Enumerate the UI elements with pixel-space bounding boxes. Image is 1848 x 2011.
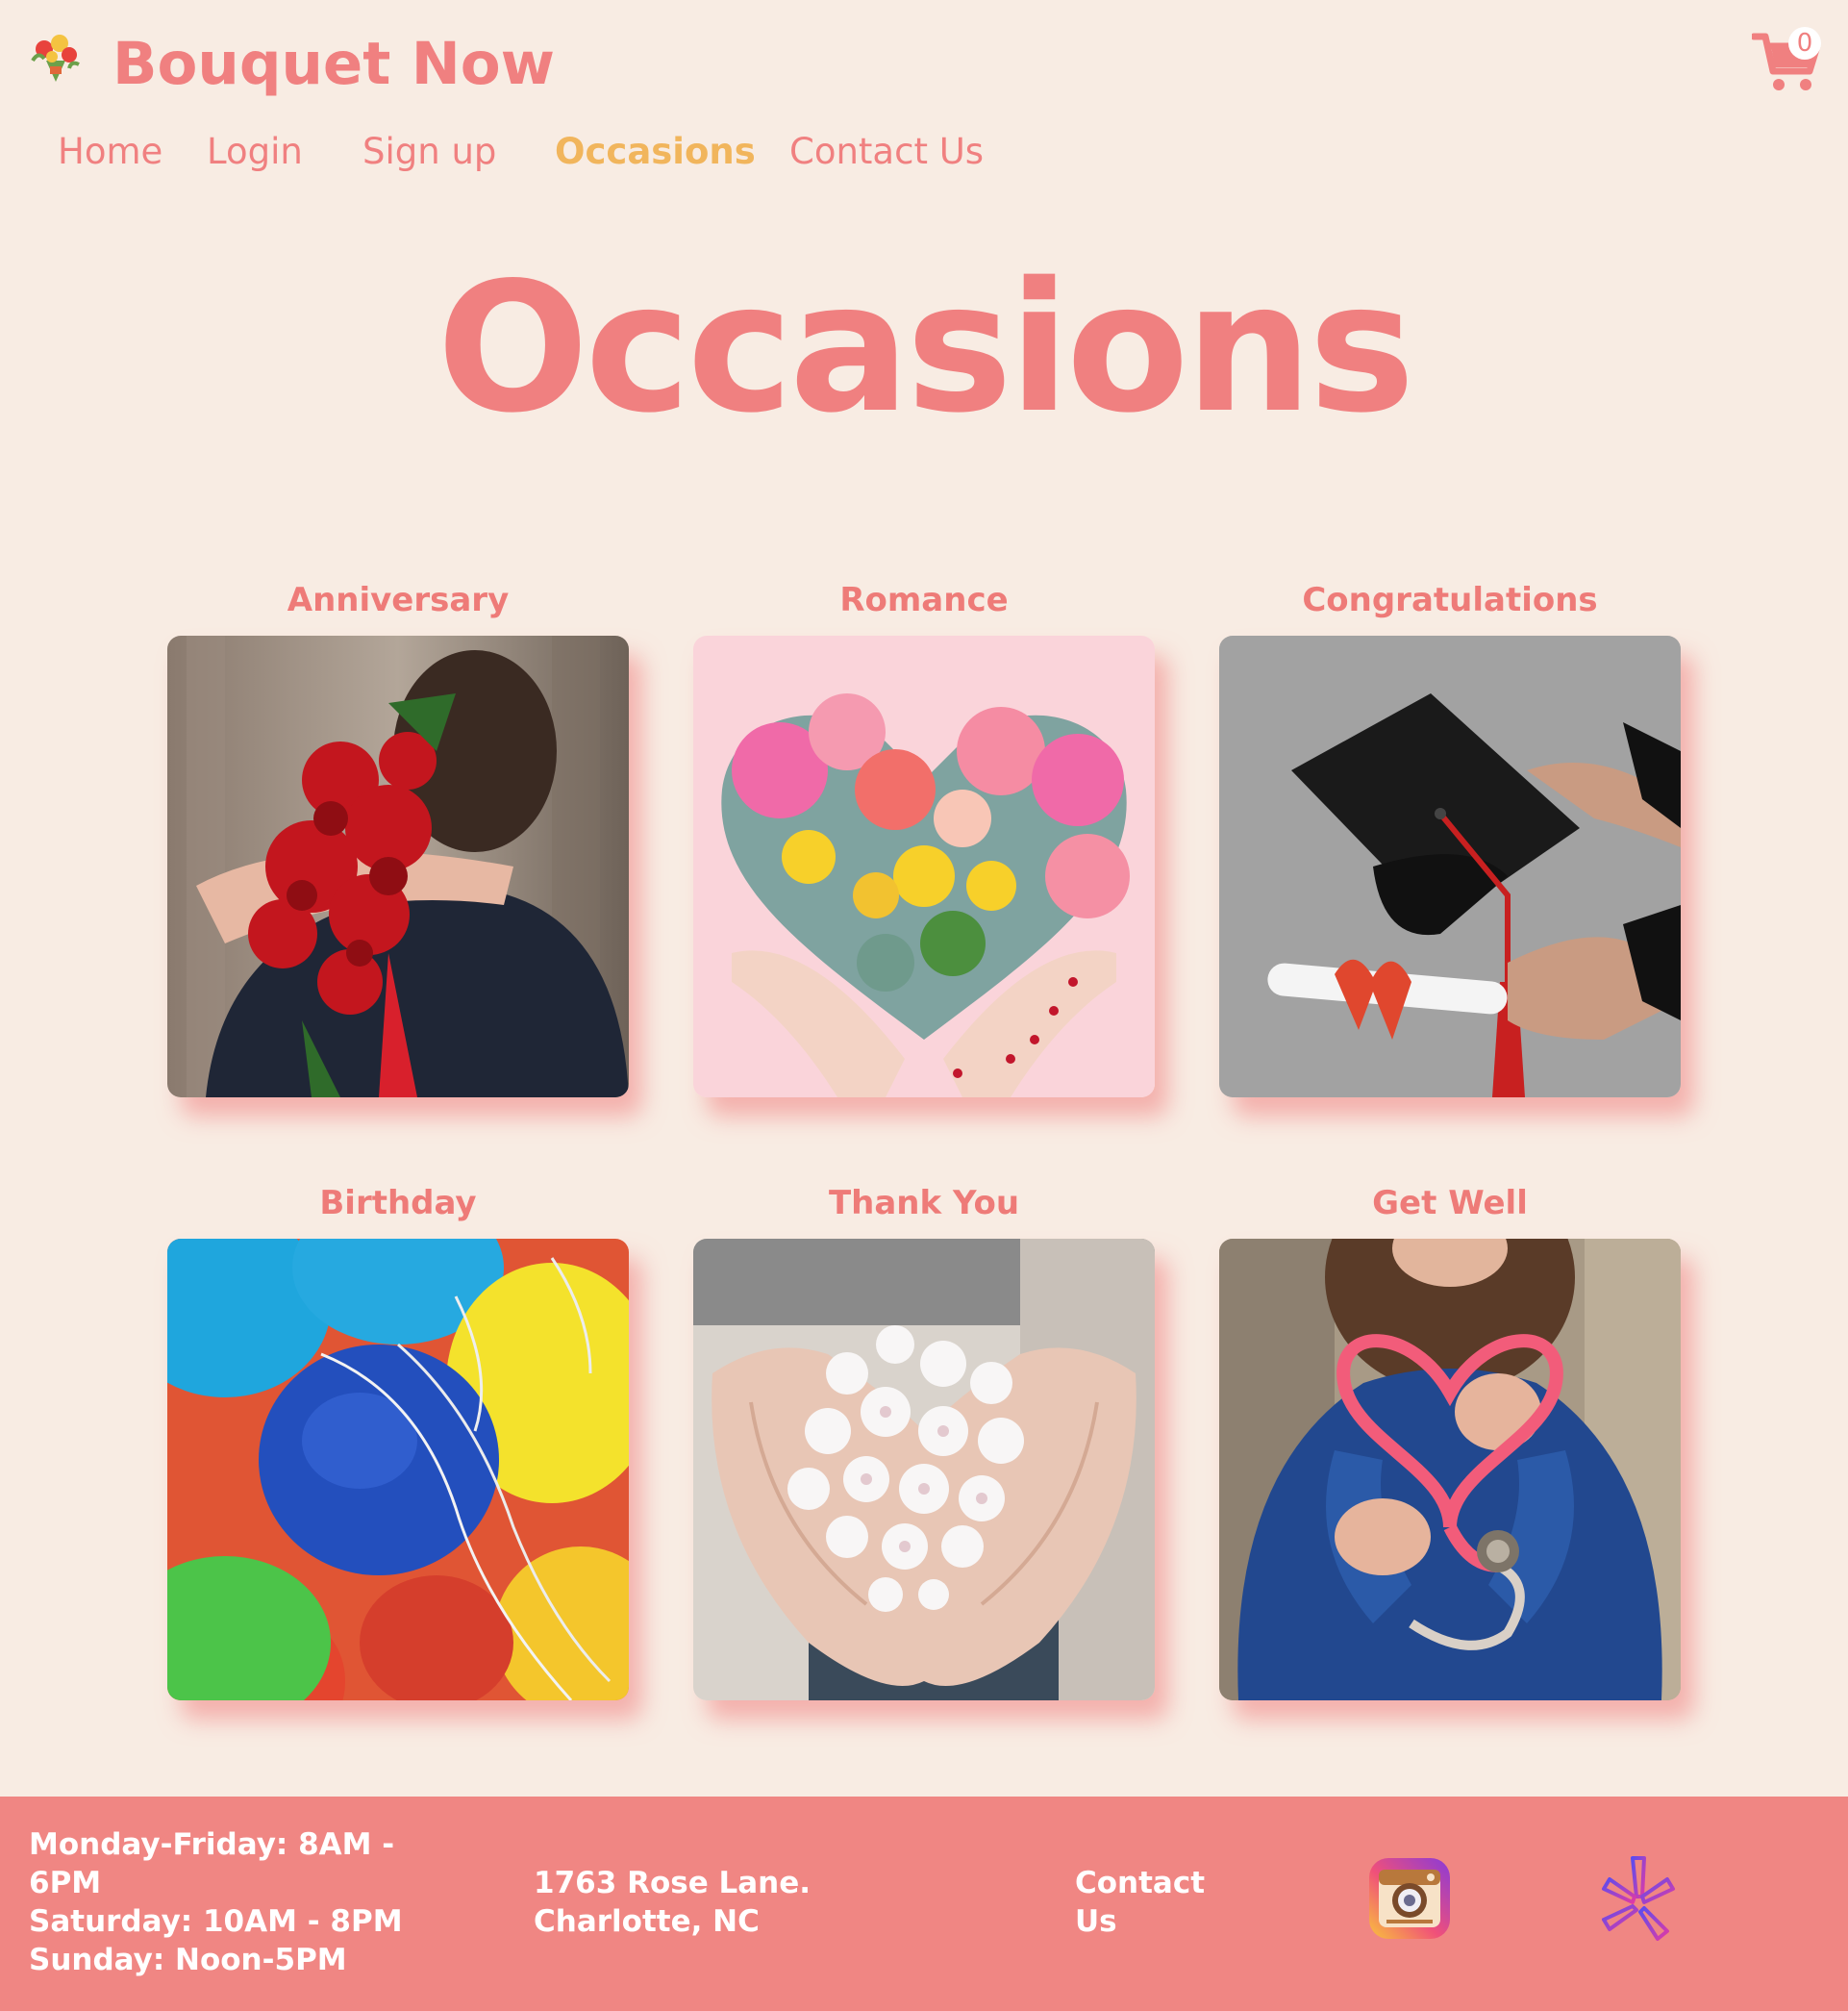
occasion-label-get-well: Get Well [1372,1184,1528,1222]
nav-contact-us[interactable]: Contact Us [789,125,1001,179]
thank-you-image [693,1239,1155,1700]
store-address: 1763 Rose Lane. Charlotte, NC [534,1864,937,1941]
occasion-card-anniversary[interactable] [167,636,629,1097]
occasion-card-get-well[interactable] [1219,1239,1681,1700]
main-nav: Home Login Sign up Occasions Contact Us [58,125,1001,179]
hours-sunday: Sunday: Noon-5PM [29,1943,347,1977]
nav-signup[interactable]: Sign up [362,125,555,179]
yelp-icon[interactable] [1600,1854,1677,1943]
occasion-card-congratulations[interactable] [1219,636,1681,1097]
hours-saturday: Saturday: 10AM - 8PM [29,1904,403,1939]
nav-home[interactable]: Home [58,125,207,179]
page-title: Occasions [437,243,1415,452]
occasion-label-thank-you: Thank You [828,1184,1020,1222]
get-well-image [1219,1239,1681,1700]
romance-image [693,636,1155,1097]
nav-login[interactable]: Login [207,125,362,179]
nav-occasions[interactable]: Occasions [555,125,789,179]
address-city: Charlotte, NC [534,1904,760,1939]
birthday-image [167,1239,629,1700]
occasion-card-romance[interactable] [693,636,1155,1097]
congratulations-image [1219,636,1681,1097]
occasion-card-thank-you[interactable] [693,1239,1155,1700]
brand-title[interactable]: Bouquet Now [112,27,555,102]
instagram-icon[interactable] [1367,1856,1452,1941]
occasion-label-birthday: Birthday [319,1184,477,1222]
footer-contact-link[interactable]: Contact Us [1075,1864,1229,1941]
footer: Monday-Friday: 8AM - 6PM Saturday: 10AM … [0,1797,1848,2011]
hours-weekdays: Monday-Friday: 8AM - 6PM [29,1827,395,1900]
cart-count-badge: 0 [1788,27,1821,60]
occasion-label-congratulations: Congratulations [1302,581,1598,619]
business-hours: Monday-Friday: 8AM - 6PM Saturday: 10AM … [29,1825,433,1979]
bouquet-logo-icon [27,32,85,88]
cart-button[interactable]: 0 [1750,27,1821,94]
anniversary-image [167,636,629,1097]
address-street: 1763 Rose Lane. [534,1866,812,1900]
occasion-label-anniversary: Anniversary [287,581,510,619]
occasion-card-birthday[interactable] [167,1239,629,1700]
occasion-label-romance: Romance [839,581,1009,619]
